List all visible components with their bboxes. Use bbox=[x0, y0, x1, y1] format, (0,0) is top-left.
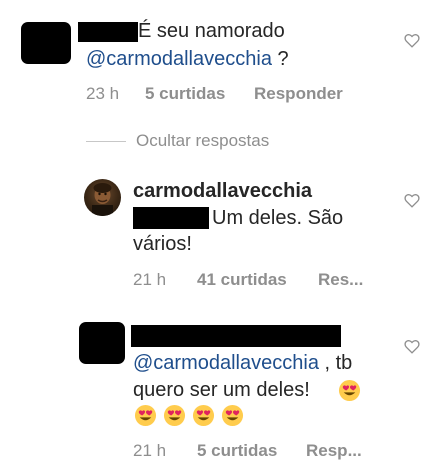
heart-eyes-emoji bbox=[192, 404, 215, 427]
heart-outline-icon[interactable] bbox=[404, 33, 420, 48]
reply-button[interactable]: Responder bbox=[254, 84, 343, 104]
likes-count[interactable]: 5 curtidas bbox=[197, 441, 277, 461]
username-redacted[interactable] bbox=[133, 207, 209, 229]
reply-button[interactable]: Resp... bbox=[306, 441, 362, 461]
heart-outline-icon[interactable] bbox=[404, 339, 420, 354]
heart-eyes-emoji bbox=[163, 404, 186, 427]
reply-button[interactable]: Res... bbox=[318, 270, 363, 290]
comment-time: 23 h bbox=[86, 84, 120, 103]
heart-outline-icon[interactable] bbox=[404, 193, 420, 208]
hide-replies-button[interactable]: Ocultar respostas bbox=[136, 131, 269, 151]
likes-count[interactable]: 41 curtidas bbox=[197, 270, 287, 290]
heart-eyes-emoji bbox=[338, 379, 361, 402]
username-redacted[interactable] bbox=[78, 22, 138, 42]
likes-count[interactable]: 5 curtidas bbox=[145, 84, 225, 104]
comment-text-after: ? bbox=[271, 48, 289, 70]
comments-thread: É seu namorado @carmodallavecchia ? 23 h… bbox=[0, 0, 448, 466]
reply-mention-line: @carmodallavecchia , tb bbox=[133, 350, 352, 376]
comment-mention-line: @carmodallavecchia ? bbox=[86, 46, 289, 72]
reply-text-after: , tb bbox=[318, 352, 353, 374]
comment-text: É seu namorado bbox=[138, 20, 285, 42]
reply-text-line2: quero ser um deles! bbox=[133, 379, 310, 401]
avatar-redacted[interactable] bbox=[79, 322, 125, 364]
mention-link[interactable]: @carmodallavecchia bbox=[133, 352, 319, 374]
reply-time: 21 h bbox=[133, 441, 167, 460]
replies-divider bbox=[86, 141, 126, 142]
heart-eyes-emoji bbox=[134, 404, 157, 427]
mention-link[interactable]: @carmodallavecchia bbox=[86, 48, 272, 70]
reply-username[interactable]: carmodallavecchia bbox=[133, 178, 312, 204]
reply-text-line1: Um deles. São bbox=[212, 207, 344, 229]
reply-text-line2: vários! bbox=[133, 233, 192, 255]
reply-time: 21 h bbox=[133, 270, 167, 289]
username-redacted[interactable] bbox=[131, 325, 341, 347]
avatar[interactable] bbox=[84, 179, 121, 216]
avatar-redacted[interactable] bbox=[21, 22, 71, 64]
heart-eyes-emoji bbox=[221, 404, 244, 427]
